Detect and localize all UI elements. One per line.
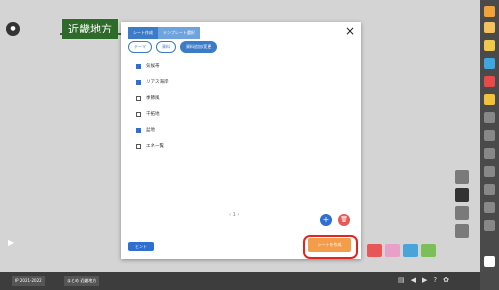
marker-icon[interactable] — [484, 94, 495, 105]
share-icon[interactable] — [421, 244, 436, 257]
item-label: 気候帯 — [146, 64, 160, 69]
hand-icon[interactable] — [484, 6, 495, 17]
list-item[interactable]: リアス海岸 — [136, 74, 169, 90]
close-icon[interactable]: × — [345, 24, 355, 38]
eraser-icon[interactable] — [484, 148, 495, 159]
pointer-icon[interactable] — [484, 22, 495, 33]
paste-icon[interactable] — [484, 220, 495, 231]
checkbox[interactable] — [136, 127, 141, 133]
camera-icon[interactable] — [367, 244, 382, 257]
tab-create-sheet[interactable]: シート作成 — [128, 27, 158, 39]
image-icon[interactable] — [403, 244, 418, 257]
side-mini-tools — [455, 170, 471, 242]
create-sheet-button[interactable]: シートを作成 — [308, 238, 351, 252]
mini-tool-icon[interactable] — [455, 206, 469, 220]
dialog-tabs: シート作成 テンプレート選択 — [128, 27, 200, 39]
tab-board[interactable]: まとめ 近畿地方 — [64, 276, 100, 286]
shape-icon[interactable] — [484, 130, 495, 141]
checkbox[interactable] — [136, 95, 141, 101]
pen-icon[interactable] — [484, 76, 495, 87]
checkbox-list: 気候帯 リアス海岸 季節風 干拓地 盆地 エネ一覧 — [136, 58, 169, 154]
whiteboard-canvas: ● 近畿地方 ▶ シート作成 テンプレート選択 × テーマ 資料 資料追加/変更… — [0, 0, 480, 272]
checkbox[interactable] — [136, 79, 141, 85]
subtab-resource-edit[interactable]: 資料追加/変更 — [180, 41, 218, 53]
gear-icon[interactable]: ✿ — [443, 276, 449, 284]
list-item[interactable]: 気候帯 — [136, 58, 169, 74]
text-icon[interactable] — [484, 112, 495, 123]
expand-left-arrow-icon[interactable]: ▶ — [8, 238, 14, 247]
subtab-resource[interactable]: 資料 — [156, 41, 176, 53]
settings-icon[interactable]: ▤ — [398, 276, 405, 284]
right-toolbar — [480, 0, 499, 290]
sheet-dialog: シート作成 テンプレート選択 × テーマ 資料 資料追加/変更 気候帯 リアス海… — [121, 22, 361, 259]
item-label: 季節風 — [146, 96, 160, 101]
subtabs: テーマ 資料 資料追加/変更 — [128, 41, 218, 53]
mini-tool-icon[interactable] — [455, 188, 469, 202]
bottom-icons: ▤ ◀ ▶ ? ✿ — [398, 276, 449, 284]
delete-icon[interactable]: 🗑 — [338, 214, 350, 226]
collapse-icon[interactable] — [484, 256, 495, 267]
mini-tool-icon[interactable] — [455, 224, 469, 238]
hint-button[interactable]: ヒント — [128, 242, 154, 251]
board-connector — [60, 33, 114, 35]
class-label[interactable]: IP 2021-2022 — [12, 276, 45, 286]
list-item[interactable]: 盆地 — [136, 122, 169, 138]
mini-tool-icon[interactable] — [455, 170, 469, 184]
item-label: リアス海岸 — [146, 80, 169, 85]
checkbox[interactable] — [136, 63, 141, 69]
help-icon[interactable]: ? — [433, 276, 437, 284]
prev-icon[interactable]: ◀ — [411, 276, 416, 284]
redo-icon[interactable] — [484, 184, 495, 195]
home-icon[interactable]: ● — [6, 22, 20, 36]
bottom-tools — [367, 244, 436, 257]
item-label: 盆地 — [146, 128, 155, 133]
bottom-bar: IP 2021-2022 まとめ 近畿地方 ▤ ◀ ▶ ? ✿ — [0, 272, 480, 290]
list-item[interactable]: エネ一覧 — [136, 138, 169, 154]
list-item[interactable]: 干拓地 — [136, 106, 169, 122]
list-item[interactable]: 季節風 — [136, 90, 169, 106]
zoom-icon[interactable] — [484, 58, 495, 69]
pager[interactable]: ‹ 1 › — [229, 212, 239, 218]
document-icon[interactable] — [385, 244, 400, 257]
undo-icon[interactable] — [484, 166, 495, 177]
add-icon[interactable]: + — [320, 214, 332, 226]
select-icon[interactable] — [484, 40, 495, 51]
next-icon[interactable]: ▶ — [422, 276, 427, 284]
copy-icon[interactable] — [484, 202, 495, 213]
tab-template[interactable]: テンプレート選択 — [158, 27, 200, 39]
subtab-theme[interactable]: テーマ — [128, 41, 152, 53]
checkbox[interactable] — [136, 111, 141, 117]
item-label: エネ一覧 — [146, 144, 164, 149]
checkbox[interactable] — [136, 143, 141, 149]
board-title[interactable]: 近畿地方 — [61, 18, 119, 40]
item-label: 干拓地 — [146, 112, 160, 117]
